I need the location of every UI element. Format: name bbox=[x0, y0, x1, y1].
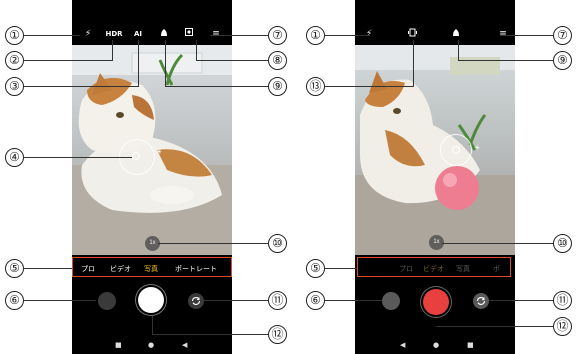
leader-line bbox=[165, 40, 166, 87]
callout-10: ⑩ bbox=[268, 234, 287, 253]
leader-line bbox=[204, 300, 268, 301]
leader-line bbox=[138, 40, 139, 87]
callout-6: ⑥ bbox=[5, 291, 24, 310]
shutter-button[interactable] bbox=[138, 287, 164, 313]
callout-7: ⑦ bbox=[553, 26, 572, 45]
leader-line bbox=[210, 35, 268, 36]
leader-line bbox=[24, 157, 132, 158]
callout-12: ⑫ bbox=[553, 317, 572, 336]
callout-6: ⑥ bbox=[306, 291, 325, 310]
back-nav-icon[interactable]: ◀ bbox=[182, 341, 187, 349]
callout-3: ③ bbox=[5, 77, 24, 96]
callout-7: ⑦ bbox=[268, 26, 287, 45]
switch-camera-icon bbox=[191, 297, 201, 305]
leader-line bbox=[325, 86, 413, 87]
gallery-thumbnail[interactable] bbox=[98, 292, 116, 310]
recents-nav-icon[interactable]: ■ bbox=[115, 341, 122, 349]
callout-12: ⑫ bbox=[268, 325, 287, 344]
leader-line bbox=[112, 40, 113, 61]
camera-viewfinder[interactable]: ☀ 1x bbox=[72, 45, 232, 255]
switch-camera-button[interactable] bbox=[188, 293, 204, 309]
hdr-button[interactable]: HDR bbox=[102, 28, 126, 40]
leader-line bbox=[489, 300, 553, 301]
mode-pro[interactable]: プロ bbox=[399, 265, 413, 274]
record-button[interactable] bbox=[423, 289, 449, 315]
leader-line bbox=[500, 35, 553, 36]
settings-menu-icon[interactable]: ≡ bbox=[210, 28, 222, 40]
leader-line bbox=[152, 334, 268, 335]
mode-portrait[interactable]: ポートレート bbox=[175, 265, 217, 274]
gallery-thumbnail[interactable] bbox=[382, 292, 400, 310]
leader-line bbox=[24, 268, 72, 269]
leader-line bbox=[165, 86, 268, 87]
callout-9: ⑨ bbox=[268, 77, 287, 96]
focus-center-icon bbox=[132, 152, 140, 160]
beauty-icon[interactable] bbox=[158, 28, 170, 41]
leader-line bbox=[436, 326, 553, 327]
camera-viewfinder-video[interactable]: ☀ 1x bbox=[355, 45, 515, 255]
mode-pro[interactable]: プロ bbox=[81, 265, 95, 274]
callout-5: ⑤ bbox=[306, 259, 325, 278]
leader-line bbox=[24, 300, 96, 301]
leader-line bbox=[458, 40, 459, 61]
callout-5: ⑤ bbox=[5, 259, 24, 278]
callout-1: ① bbox=[5, 26, 24, 45]
beauty-icon[interactable] bbox=[450, 28, 462, 41]
leader-line bbox=[152, 316, 153, 335]
settings-menu-icon[interactable]: ≡ bbox=[497, 28, 509, 40]
mode-video[interactable]: ビデオ bbox=[423, 265, 444, 274]
back-nav-icon[interactable]: ◀ bbox=[400, 341, 405, 349]
callout-9: ⑨ bbox=[553, 51, 572, 70]
callout-10: ⑩ bbox=[553, 234, 572, 253]
leader-line bbox=[196, 60, 268, 61]
callout-11: ⑪ bbox=[268, 291, 287, 310]
callout-11: ⑪ bbox=[553, 291, 572, 310]
home-nav-icon[interactable]: ● bbox=[433, 341, 439, 349]
focus-center-icon bbox=[452, 146, 460, 154]
callout-2: ② bbox=[5, 51, 24, 70]
flash-icon[interactable]: ⚡ bbox=[363, 28, 375, 40]
leader-line bbox=[325, 35, 370, 36]
leader-line bbox=[24, 60, 112, 61]
leader-line bbox=[196, 40, 197, 61]
leader-line bbox=[158, 243, 268, 244]
callout-4: ④ bbox=[5, 148, 24, 167]
leader-line bbox=[325, 300, 382, 301]
ai-button[interactable]: AI bbox=[131, 28, 145, 40]
stabilization-icon[interactable] bbox=[406, 28, 418, 41]
recents-nav-icon[interactable]: ■ bbox=[467, 341, 474, 349]
leader-line bbox=[458, 60, 553, 61]
flash-icon[interactable]: ⚡ bbox=[82, 28, 94, 40]
home-nav-icon[interactable]: ● bbox=[148, 341, 154, 349]
exposure-adjust-icon[interactable]: ☀ bbox=[156, 149, 162, 157]
callout-13: ⑬ bbox=[306, 77, 325, 96]
callout-1: ① bbox=[306, 26, 325, 45]
exposure-adjust-icon[interactable]: ☀ bbox=[474, 145, 480, 153]
mode-photo[interactable]: 写真 bbox=[144, 265, 158, 274]
leader-line bbox=[325, 268, 357, 269]
lens-focus-icon[interactable] bbox=[183, 28, 195, 40]
mode-portrait[interactable]: ポ bbox=[493, 265, 500, 274]
switch-camera-icon bbox=[476, 297, 486, 305]
switch-camera-button[interactable] bbox=[473, 293, 489, 309]
leader-line bbox=[24, 35, 80, 36]
mode-video[interactable]: ビデオ bbox=[110, 265, 131, 274]
mode-photo[interactable]: 写真 bbox=[456, 265, 470, 274]
callout-8: ⑧ bbox=[268, 51, 287, 70]
leader-line bbox=[413, 40, 414, 87]
leader-line bbox=[24, 86, 138, 87]
leader-line bbox=[442, 243, 553, 244]
